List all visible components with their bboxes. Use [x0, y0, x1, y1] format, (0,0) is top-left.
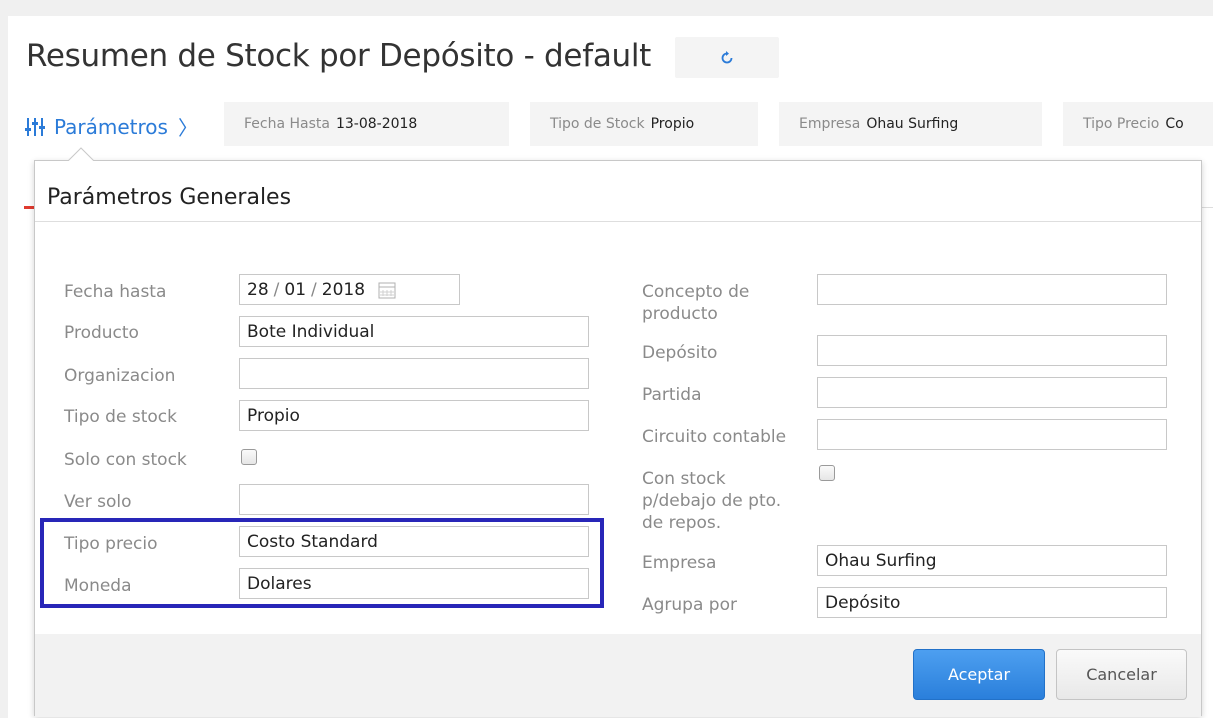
solo-con-stock-label: Solo con stock: [64, 450, 187, 470]
active-indicator: [24, 206, 34, 209]
refresh-button[interactable]: [675, 37, 779, 78]
tipo-stock-input[interactable]: Propio: [239, 400, 589, 431]
tipo-precio-label: Tipo precio: [64, 534, 158, 554]
chip-label: Tipo de Stock: [550, 116, 645, 132]
tipo-stock-label: Tipo de stock: [64, 407, 177, 427]
ver-solo-input[interactable]: [239, 484, 589, 515]
date-day[interactable]: 28: [247, 280, 269, 300]
refresh-icon: [721, 50, 733, 63]
chip-fecha-hasta[interactable]: Fecha Hasta 13-08-2018: [224, 102, 509, 146]
fecha-hasta-label: Fecha hasta: [64, 282, 167, 302]
popover-arrow: [68, 147, 94, 161]
concepto-label-line1: Concepto de: [642, 282, 750, 302]
chip-tipo-stock[interactable]: Tipo de Stock Propio: [530, 102, 758, 146]
chip-empresa[interactable]: Empresa Ohau Surfing: [779, 102, 1042, 146]
producto-input[interactable]: Bote Individual: [239, 316, 589, 347]
dialog-footer: Aceptar Cancelar: [35, 634, 1201, 717]
empresa-label: Empresa: [642, 553, 717, 573]
organizacion-input[interactable]: [239, 358, 589, 389]
calendar-icon[interactable]: [377, 280, 397, 300]
tipo-precio-input[interactable]: Costo Standard: [239, 526, 589, 557]
dialog-title: Parámetros Generales: [47, 185, 292, 210]
con-stock-label-line2: p/debajo de pto.: [642, 491, 782, 511]
concepto-label-line2: producto: [642, 304, 718, 324]
partida-label: Partida: [642, 385, 702, 405]
date-separator: /: [311, 279, 317, 300]
page-title: Resumen de Stock por Depósito - default: [26, 38, 652, 74]
con-stock-label-line1: Con stock: [642, 469, 726, 489]
chip-label: Empresa: [799, 116, 861, 132]
agrupa-por-input[interactable]: Depósito: [817, 587, 1167, 618]
parameters-toggle-label: Parámetros: [54, 114, 168, 139]
con-stock-checkbox[interactable]: [819, 465, 835, 481]
parameters-toggle[interactable]: Parámetros 〉: [24, 112, 198, 141]
concepto-input[interactable]: [817, 274, 1167, 305]
chip-label: Tipo Precio: [1083, 116, 1160, 132]
deposito-input[interactable]: [817, 335, 1167, 366]
deposito-label: Depósito: [642, 343, 718, 363]
circuito-label: Circuito contable: [642, 427, 787, 447]
chip-value: Ohau Surfing: [866, 116, 959, 132]
date-month[interactable]: 01: [284, 280, 306, 300]
chip-tipo-precio[interactable]: Tipo Precio Co: [1063, 102, 1213, 146]
chip-value: Propio: [650, 116, 695, 132]
chip-label: Fecha Hasta: [244, 116, 330, 132]
moneda-label: Moneda: [64, 576, 132, 596]
dialog-header: Parámetros Generales: [35, 161, 1201, 222]
top-strip: [0, 0, 1213, 16]
sliders-icon: [25, 117, 45, 136]
cancel-button[interactable]: Cancelar: [1056, 649, 1187, 700]
chevron-right-icon: 〉: [177, 116, 198, 140]
organizacion-label: Organizacion: [64, 366, 176, 386]
partida-input[interactable]: [817, 377, 1167, 408]
accept-button[interactable]: Aceptar: [913, 649, 1045, 700]
producto-label: Producto: [64, 323, 139, 343]
con-stock-label-line3: de repos.: [642, 513, 722, 533]
chip-value: Co: [1165, 116, 1184, 132]
solo-con-stock-checkbox[interactable]: [241, 449, 257, 465]
date-year[interactable]: 2018: [322, 280, 365, 300]
moneda-input[interactable]: Dolares: [239, 568, 589, 599]
circuito-input[interactable]: [817, 419, 1167, 450]
fecha-hasta-date-input[interactable]: 28 / 01 / 2018: [239, 274, 460, 305]
parameters-dialog: Parámetros Generales Fecha hasta 28 / 01…: [34, 160, 1202, 717]
ver-solo-label: Ver solo: [64, 492, 132, 512]
empresa-input[interactable]: Ohau Surfing: [817, 545, 1167, 576]
date-separator: /: [273, 279, 280, 300]
agrupa-por-label: Agrupa por: [642, 595, 737, 615]
chip-value: 13-08-2018: [335, 116, 418, 132]
left-strip: [0, 0, 8, 718]
